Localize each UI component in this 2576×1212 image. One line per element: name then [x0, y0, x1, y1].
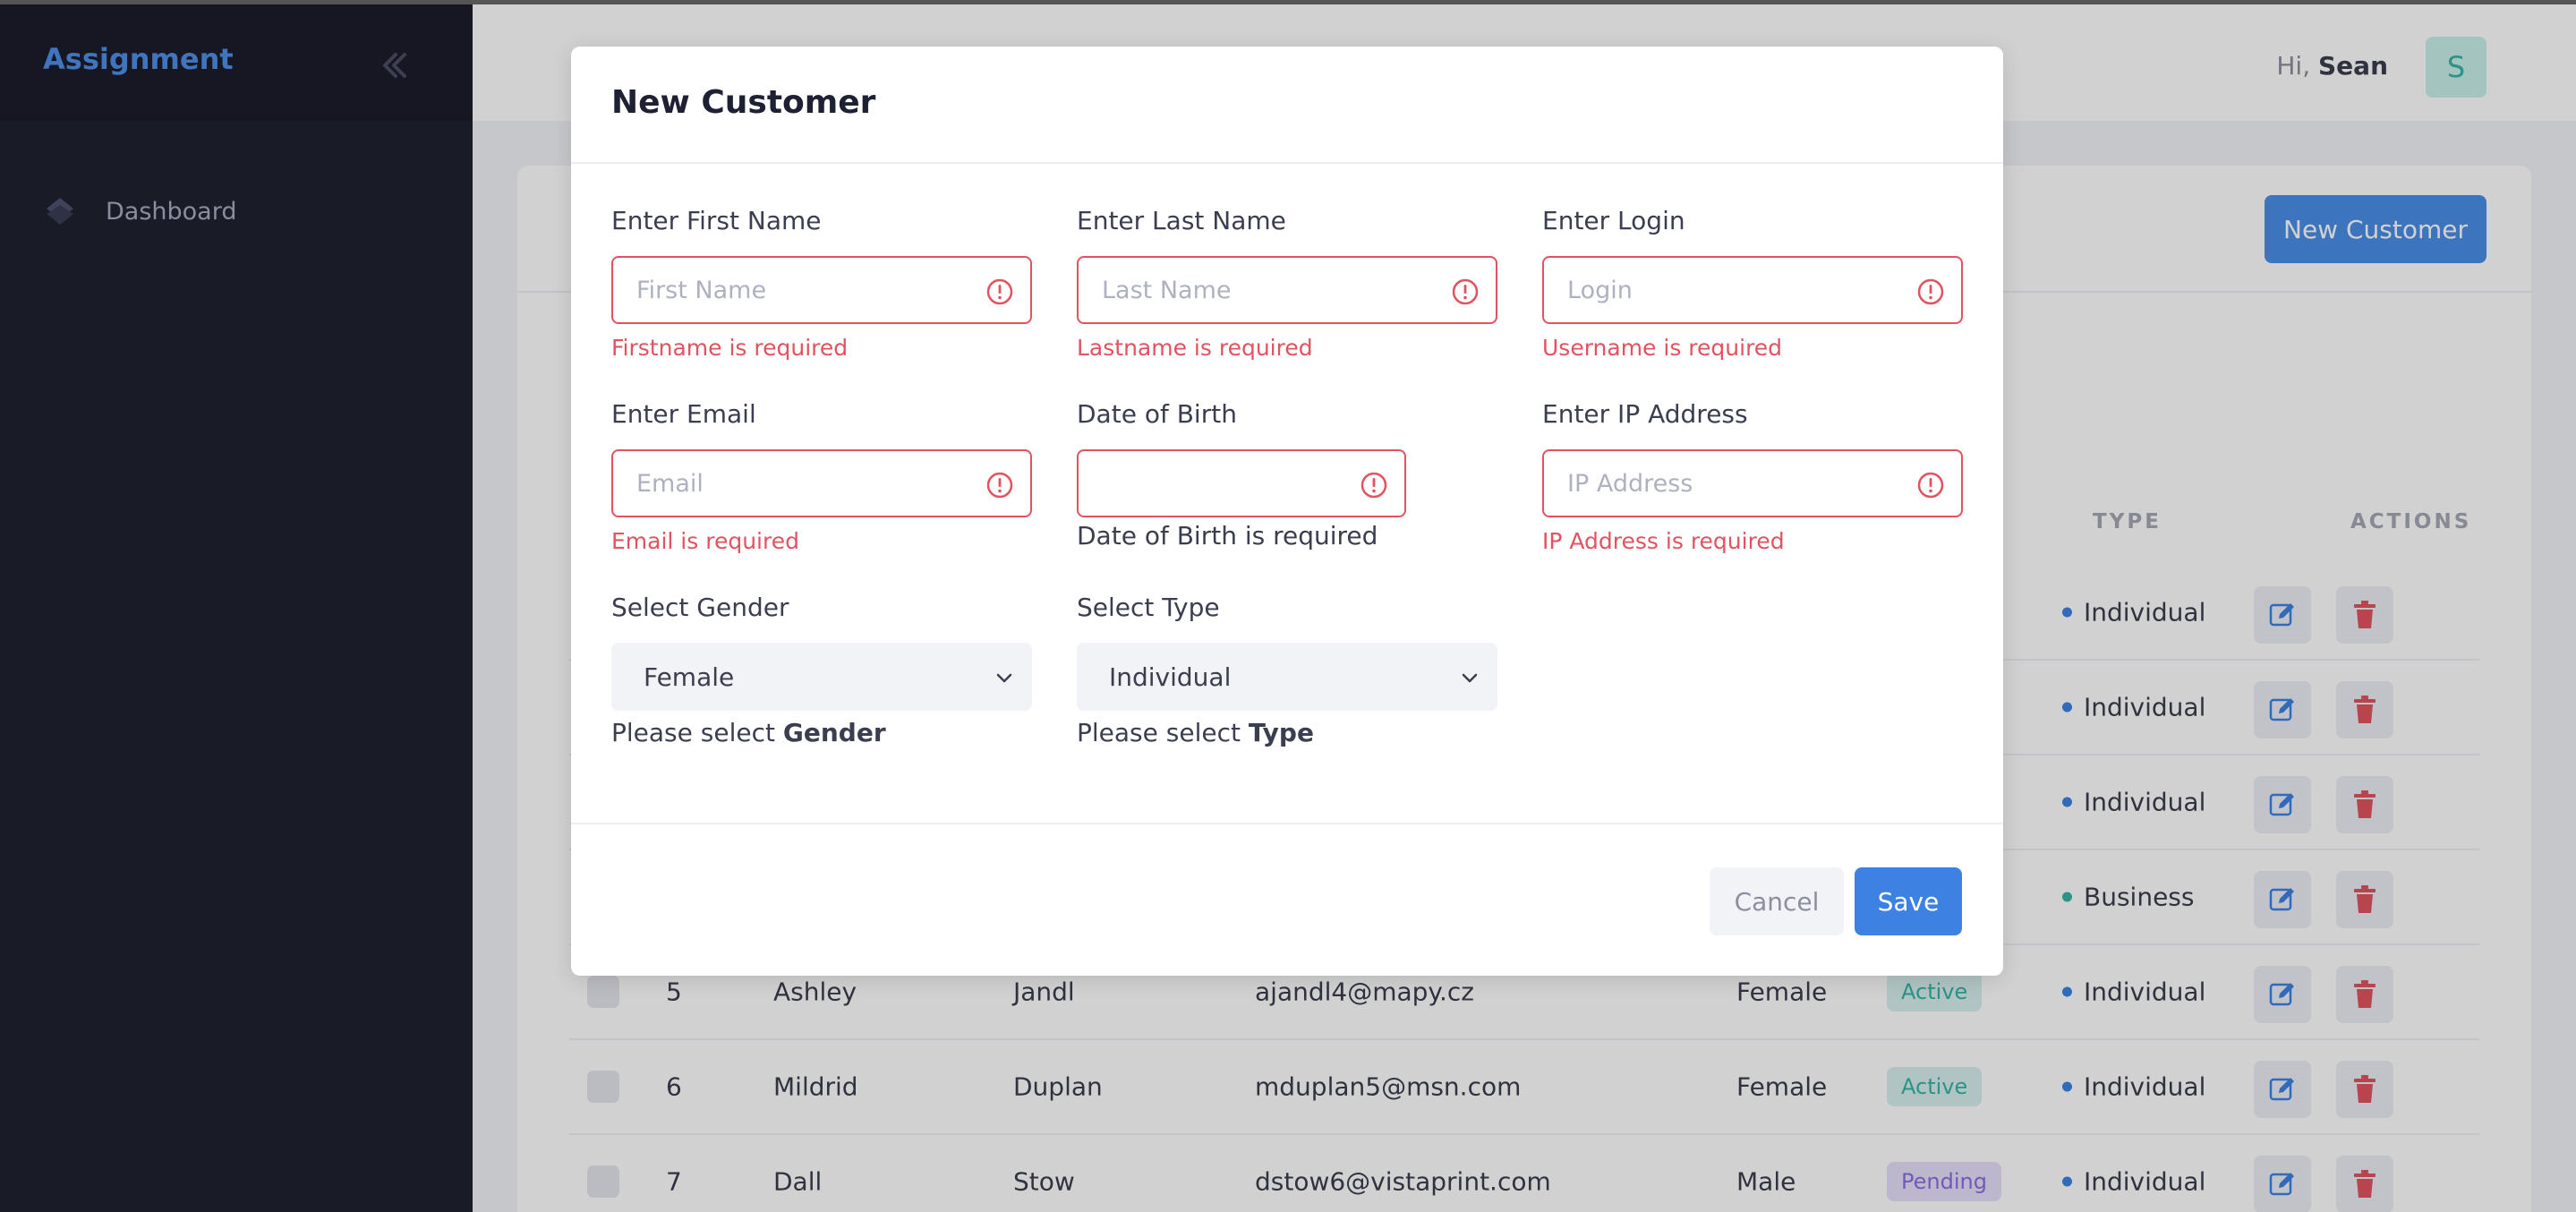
last-name-field: Enter Last Name Lastname is required	[1077, 206, 1497, 361]
first-name-error: Firstname is required	[611, 335, 849, 361]
login-label: Enter Login	[1542, 206, 1685, 235]
error-icon	[1361, 472, 1387, 499]
dob-label: Date of Birth	[1077, 399, 1237, 429]
modal-footer-divider	[571, 823, 2003, 824]
new-customer-modal: New Customer Enter First Name First name …	[571, 47, 2003, 976]
first-name-field: Enter First Name Firstname is required	[611, 206, 1032, 361]
email-input[interactable]	[613, 451, 971, 516]
email-field: Enter Email Email is required	[611, 399, 1032, 554]
gender-label: Select Gender	[611, 593, 789, 622]
ip-address-label: Enter IP Address	[1542, 399, 1748, 429]
type-selected-value: Individual	[1109, 661, 1232, 692]
login-error: Username is required	[1542, 335, 1783, 361]
last-name-input-wrapper	[1077, 256, 1497, 324]
error-icon	[1917, 472, 1944, 499]
error-icon	[1917, 278, 1944, 305]
dob-error: Date of Birth is required	[1077, 521, 1378, 551]
type-field: Select Type Individual Please select Typ…	[1077, 593, 1497, 747]
login-field: Enter Login Username is required	[1542, 206, 1963, 361]
email-input-wrapper	[611, 449, 1032, 517]
first-name-input-wrapper	[611, 256, 1032, 324]
gender-selected-value: Female	[644, 661, 735, 692]
save-button[interactable]: Save	[1855, 867, 1962, 935]
dob-input[interactable]	[1079, 451, 1347, 516]
window-top-border	[0, 0, 2576, 4]
gender-field: Select Gender Female Please select Gende…	[611, 593, 1032, 747]
last-name-error: Lastname is required	[1077, 335, 1313, 361]
gender-hint-prefix: Please select	[611, 718, 775, 747]
last-name-input[interactable]	[1079, 258, 1437, 322]
type-hint: Please select Type	[1077, 718, 1497, 747]
type-hint-bold: Type	[1248, 718, 1314, 747]
gender-hint: Please select Gender	[611, 718, 1032, 747]
ip-address-error: IP Address is required	[1542, 528, 1785, 554]
type-label: Select Type	[1077, 593, 1220, 622]
ip-address-input[interactable]	[1544, 451, 1902, 516]
modal-header-divider	[571, 162, 2003, 164]
gender-select[interactable]: Female	[611, 643, 1032, 711]
type-hint-prefix: Please select	[1077, 718, 1241, 747]
ip-address-input-wrapper	[1542, 449, 1963, 517]
modal-title: New Customer	[611, 84, 876, 121]
login-input[interactable]	[1544, 258, 1902, 322]
chevron-down-icon	[996, 673, 1012, 683]
error-icon	[986, 472, 1013, 499]
gender-hint-bold: Gender	[782, 718, 886, 747]
chevron-down-icon	[1462, 673, 1478, 683]
login-input-wrapper	[1542, 256, 1963, 324]
error-icon	[1452, 278, 1479, 305]
email-label: Enter Email	[611, 399, 756, 429]
type-select[interactable]: Individual	[1077, 643, 1497, 711]
error-icon	[986, 278, 1013, 305]
last-name-label: Enter Last Name	[1077, 206, 1286, 235]
first-name-label: Enter First Name	[611, 206, 822, 235]
first-name-input[interactable]	[613, 258, 971, 322]
dob-input-wrapper	[1077, 449, 1406, 517]
cancel-button[interactable]: Cancel	[1710, 867, 1844, 935]
email-error: Email is required	[611, 528, 799, 554]
dob-field: Date of Birth Date of Birth is required	[1077, 399, 1406, 551]
ip-address-field: Enter IP Address IP Address is required	[1542, 399, 1963, 554]
